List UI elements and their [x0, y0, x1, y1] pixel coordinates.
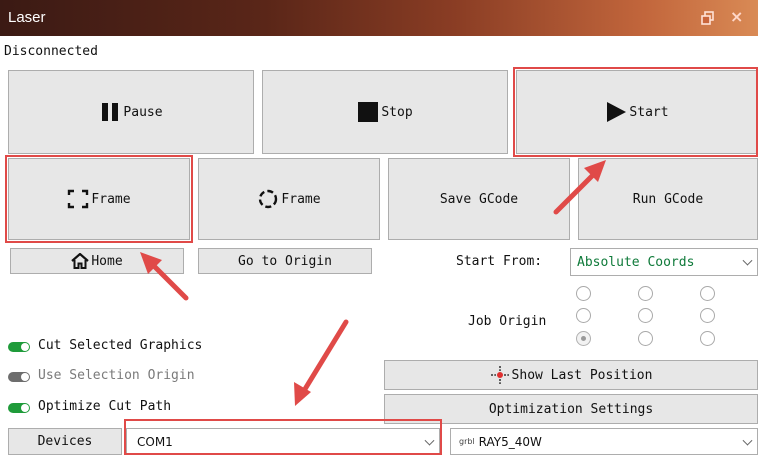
- save-gcode-button[interactable]: Save GCode: [388, 158, 570, 240]
- optimization-settings-button[interactable]: Optimization Settings: [384, 394, 758, 424]
- profile-select[interactable]: grbl RAY5_40W: [450, 428, 758, 455]
- devices-button[interactable]: Devices: [8, 428, 122, 455]
- cut-selected-toggle[interactable]: [8, 342, 30, 352]
- go-to-origin-label: Go to Origin: [238, 253, 332, 269]
- home-button[interactable]: Home: [10, 248, 184, 274]
- optimize-cut-path-label: Optimize Cut Path: [38, 399, 172, 414]
- cut-selected-label: Cut Selected Graphics: [38, 338, 203, 353]
- frame-rect-label: Frame: [91, 191, 131, 207]
- pause-label: Pause: [123, 104, 163, 120]
- pause-icon: [102, 103, 119, 121]
- origin-top-right[interactable]: [700, 286, 715, 301]
- frame-circle-label: Frame: [281, 191, 321, 207]
- origin-middle-left[interactable]: [576, 308, 591, 323]
- stop-icon: [358, 102, 379, 122]
- run-gcode-button[interactable]: Run GCode: [578, 158, 758, 240]
- chevron-down-icon: [424, 435, 435, 446]
- origin-top-left[interactable]: [576, 286, 591, 301]
- frame-rect-icon: [68, 189, 89, 209]
- origin-middle-right[interactable]: [700, 308, 715, 323]
- optimization-settings-label: Optimization Settings: [488, 401, 654, 417]
- origin-bottom-left[interactable]: [576, 331, 591, 346]
- use-selection-origin-toggle[interactable]: [8, 372, 30, 382]
- start-from-label: Start From:: [456, 254, 543, 269]
- go-to-origin-button[interactable]: Go to Origin: [198, 248, 372, 274]
- frame-rect-button[interactable]: Frame: [8, 158, 190, 240]
- start-from-select[interactable]: Absolute Coords: [570, 248, 758, 276]
- play-icon: [607, 102, 627, 122]
- connection-status: Disconnected: [4, 44, 98, 59]
- start-button[interactable]: Start: [516, 70, 758, 154]
- frame-circle-button[interactable]: Frame: [198, 158, 380, 240]
- optimize-cut-path-toggle[interactable]: [8, 403, 30, 413]
- arrow-head-port: [294, 382, 311, 406]
- stop-label: Stop: [381, 104, 413, 120]
- job-origin-label: Job Origin: [468, 314, 547, 329]
- chevron-down-icon: [742, 435, 753, 446]
- origin-bottom-center[interactable]: [638, 331, 653, 346]
- start-label: Start: [629, 104, 669, 120]
- pause-button[interactable]: Pause: [8, 70, 254, 154]
- show-last-position-button[interactable]: Show Last Position: [384, 360, 758, 390]
- devices-label: Devices: [37, 434, 93, 449]
- frame-circle-icon: [259, 189, 278, 209]
- origin-top-center[interactable]: [638, 286, 653, 301]
- close-icon[interactable]: ×: [730, 7, 743, 26]
- grbl-tag: grbl: [459, 437, 475, 446]
- home-icon: [71, 253, 90, 269]
- crosshair-icon: [490, 366, 509, 384]
- home-label: Home: [91, 253, 123, 269]
- window-title: Laser: [8, 9, 46, 26]
- save-gcode-label: Save GCode: [439, 191, 519, 207]
- origin-middle-center[interactable]: [638, 308, 653, 323]
- port-value: COM1: [137, 434, 173, 449]
- port-select[interactable]: COM1: [126, 428, 440, 455]
- start-from-value: Absolute Coords: [577, 254, 695, 270]
- title-bar: Laser ×: [0, 0, 758, 36]
- show-last-position-label: Show Last Position: [511, 367, 653, 383]
- profile-value: RAY5_40W: [478, 434, 542, 449]
- stop-button[interactable]: Stop: [262, 70, 508, 154]
- run-gcode-label: Run GCode: [632, 191, 704, 207]
- arrow-to-port: [299, 319, 349, 397]
- use-selection-origin-label: Use Selection Origin: [38, 368, 195, 383]
- origin-bottom-right[interactable]: [700, 331, 715, 346]
- chevron-down-icon: [742, 255, 753, 266]
- restore-icon[interactable]: [700, 10, 716, 26]
